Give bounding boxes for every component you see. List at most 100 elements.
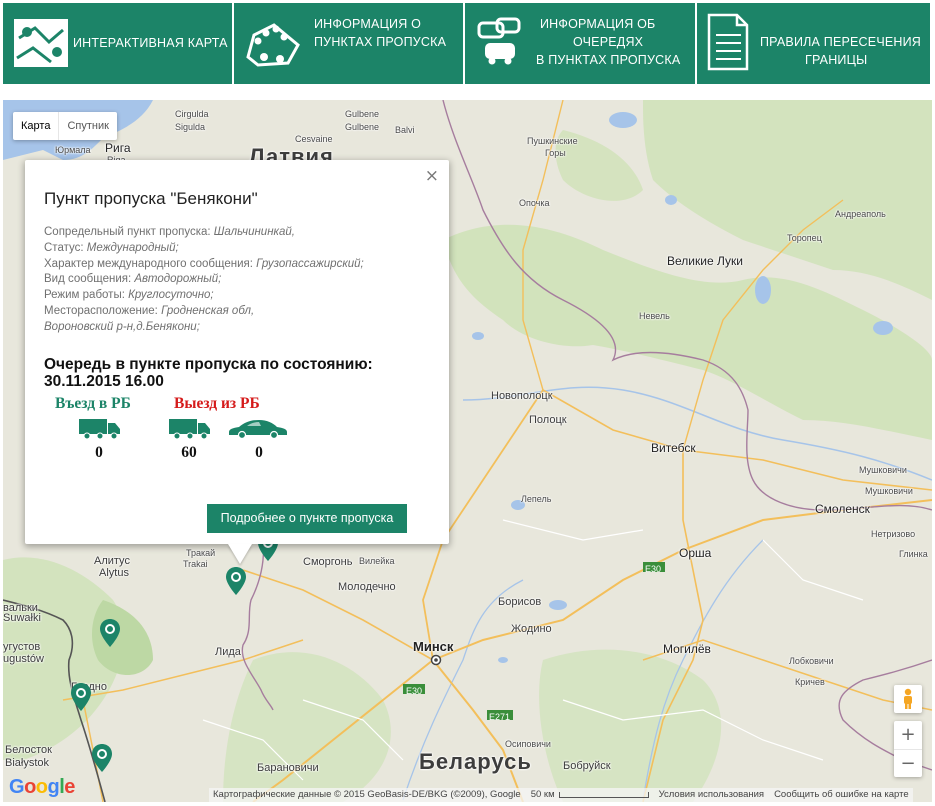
map-label: Сморгонь [303, 556, 353, 568]
map-label-capital: Минск [413, 639, 454, 654]
map-label: Новополоцк [491, 390, 553, 402]
nav-label-checkpoints-2: ПУНКТАХ ПРОПУСКА [314, 35, 447, 49]
property-row: Статус: Международный; [44, 241, 179, 254]
map-type-toggle: Карта Спутник [13, 112, 117, 140]
nav-label-queues-1: ИНФОРМАЦИЯ ОБ [540, 17, 656, 31]
exit-cars-count: 0 [255, 444, 263, 461]
checkpoints-map-icon [246, 23, 300, 67]
checkpoint-marker-icon[interactable] [225, 566, 247, 596]
map-label: Белосток [5, 744, 52, 756]
map-label: Sigulda [175, 122, 206, 132]
truck-icon [79, 419, 120, 440]
map-label: Мушковичи [859, 465, 907, 475]
zoom-in-button[interactable]: + [894, 721, 922, 749]
checkpoint-title: Пункт пропуска "Бенякони" [44, 189, 258, 208]
map-label: Кричев [795, 677, 825, 687]
map-type-satellite-button[interactable]: Спутник [58, 112, 116, 140]
map-label: Борисов [498, 596, 542, 608]
nav-interactive-map[interactable]: ИНТЕРАКТИВНАЯ КАРТА [3, 3, 232, 84]
nav-label-checkpoints-1: ИНФОРМАЦИЯ О [314, 17, 422, 31]
map-label-country: Беларусь [419, 749, 532, 774]
checkpoint-properties: Сопредельный пункт пропуска: Шальчининка… [44, 225, 364, 336]
map-label: Лобковичи [789, 656, 834, 666]
street-view-pegman[interactable] [894, 685, 922, 713]
nav-label-rules-1: ПРАВИЛА ПЕРЕСЕЧЕНИЯ [760, 35, 922, 49]
checkpoint-info-window: × Пункт пропуска "Бенякони" Сопредельный… [25, 160, 449, 564]
nav-label-queues-2: ОЧЕРЕДЯХ [573, 35, 644, 49]
map-road-label: E30 [645, 564, 662, 574]
map-label: Невель [639, 311, 670, 321]
nav-border-rules[interactable]: ПРАВИЛА ПЕРЕСЕЧЕНИЯ ГРАНИЦЫ [697, 3, 930, 84]
map-label: Бобруйск [563, 760, 611, 772]
map-label: Вилейка [359, 556, 395, 566]
map-label: Торопец [787, 233, 822, 243]
map-icon [14, 19, 68, 67]
top-navigation: ИНТЕРАКТИВНАЯ КАРТА ИНФОРМАЦИЯ О ПУНКТАХ… [3, 3, 932, 84]
close-icon[interactable]: × [425, 166, 439, 186]
map-label: ugustów [3, 653, 44, 665]
map-label: вальки [3, 602, 38, 614]
map-label: Нетризово [871, 529, 916, 539]
map-road-label: E30 [406, 686, 423, 696]
map-label: Лида [215, 646, 241, 658]
entry-label: Въезд в РБ [55, 395, 131, 412]
map-label: Смоленск [815, 502, 870, 516]
map-label: Опочка [519, 198, 550, 208]
map-label: Витебск [651, 441, 696, 455]
map-label: Андреаполь [835, 209, 886, 219]
google-logo[interactable]: Google [9, 776, 75, 799]
property-row: Вороновский р-н,д.Бенякони; [44, 320, 200, 333]
exit-trucks-count: 60 [181, 444, 197, 461]
terms-link[interactable]: Условия использования [659, 788, 764, 802]
info-window-tail [228, 544, 252, 564]
scale-bar[interactable]: 50 км [531, 788, 649, 802]
map-label: Лепель [521, 494, 552, 504]
map-type-map-button[interactable]: Карта [13, 112, 58, 140]
document-icon [707, 13, 749, 71]
map-label: Полоцк [529, 414, 567, 426]
nav-label-map: ИНТЕРАКТИВНАЯ КАРТА [73, 36, 228, 50]
map-label: Balvi [395, 125, 415, 135]
map-label: Мушковичи [865, 486, 913, 496]
map-label: Жодино [511, 623, 552, 635]
map-label: Молодечно [338, 581, 396, 593]
map-label: Барановичи [257, 762, 319, 774]
report-error-link[interactable]: Сообщить об ошибке на карте [774, 788, 909, 802]
traffic-cars-icon [477, 17, 521, 65]
exit-label: Выезд из РБ [174, 395, 260, 412]
capital-marker-icon [430, 654, 442, 666]
map-label: Юрмала [55, 145, 91, 155]
map-label: Cirgulda [175, 109, 209, 119]
queue-status-title: Очередь в пункте пропуска по состоянию: … [44, 356, 373, 390]
nav-label-rules-2: ГРАНИЦЫ [805, 53, 868, 67]
checkpoint-marker-icon[interactable] [91, 743, 113, 773]
checkpoint-details-button[interactable]: Подробнее о пункте пропуска [207, 504, 407, 533]
nav-checkpoints-info[interactable]: ИНФОРМАЦИЯ О ПУНКТАХ ПРОПУСКА [234, 3, 463, 84]
map-road-label: E271 [489, 712, 511, 722]
property-row: Месторасположение: Гродненская обл, [44, 304, 255, 317]
property-row: Вид сообщения: Автодорожный; [44, 273, 222, 286]
truck-icon [169, 419, 210, 440]
map-label: Орша [679, 546, 712, 560]
map-label: Горы [545, 148, 566, 158]
page: ИНТЕРАКТИВНАЯ КАРТА ИНФОРМАЦИЯ О ПУНКТАХ… [0, 0, 935, 806]
map-attribution: Картографические данные © 2015 GeoBasis-… [209, 788, 913, 802]
zoom-out-button[interactable]: − [894, 749, 922, 777]
zoom-controls: + − [894, 721, 922, 777]
nav-queues-info[interactable]: ИНФОРМАЦИЯ ОБ ОЧЕРЕДЯХ В ПУНКТАХ ПРОПУСК… [465, 3, 695, 84]
map-label: Gulbene [345, 109, 380, 119]
property-row: Сопредельный пункт пропуска: Шальчининка… [44, 226, 295, 238]
map-label: Białystok [5, 757, 50, 769]
map-label: Trakai [183, 559, 208, 569]
nav-label-queues-3: В ПУНКТАХ ПРОПУСКА [536, 53, 681, 67]
map-label: Великие Луки [667, 254, 743, 268]
pegman-icon [904, 688, 912, 709]
map-label: Gulbene [345, 122, 380, 132]
attribution-data: Картографические данные © 2015 GeoBasis-… [213, 789, 521, 800]
checkpoint-marker-icon[interactable] [99, 618, 121, 648]
property-row: Характер международного сообщения: Грузо… [44, 257, 364, 270]
map-label: Глинка [899, 549, 928, 559]
property-row: Режим работы: Круглосуточно; [44, 289, 214, 302]
car-icon [229, 420, 287, 440]
checkpoint-marker-icon[interactable] [70, 682, 92, 712]
